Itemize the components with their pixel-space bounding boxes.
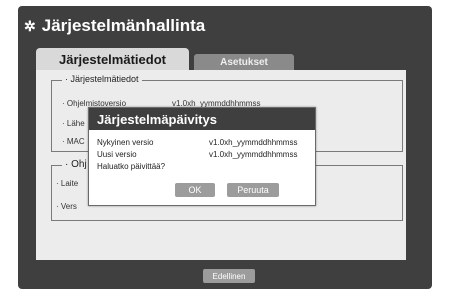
version-label: Vers [60, 202, 77, 211]
current-version-row: Nykyinen versio v1.0xh_yymmddhhmmss [97, 138, 297, 147]
cancel-button[interactable]: Peruuta [227, 183, 279, 197]
new-version-row: Uusi versio v1.0xh_yymmddhhmmss [97, 150, 297, 159]
gear-icon: ✲ [24, 18, 36, 34]
new-version-label: Uusi versio [97, 150, 137, 159]
window-title-bar: ✲ Järjestelmänhallinta [24, 16, 205, 36]
mac-row: · MAC [62, 137, 85, 146]
update-question: Haluatko päivittää? [97, 162, 166, 171]
info-row-2-label: Lähe [66, 119, 85, 128]
info-row-2: · Lähe [62, 119, 85, 128]
system-update-dialog: Järjestelmäpäivitys Nykyinen versio v1.0… [88, 107, 316, 206]
back-button[interactable]: Edellinen [203, 269, 255, 283]
device-label: Laite [60, 179, 79, 188]
current-version-value: v1.0xh_yymmddhhmmss [209, 138, 298, 147]
new-version-value: v1.0xh_yymmddhhmmss [209, 150, 298, 159]
dialog-title: Järjestelmäpäivitys [89, 108, 315, 130]
version-row: · Vers [56, 202, 77, 211]
ok-button[interactable]: OK [175, 183, 215, 197]
device-row: · Laite [56, 179, 79, 188]
current-version-label: Nykyinen versio [97, 138, 154, 147]
tab-settings[interactable]: Asetukset [194, 54, 294, 70]
device-info-legend: Ohj [71, 159, 87, 170]
window-title: Järjestelmänhallinta [41, 16, 206, 35]
mac-label: MAC [66, 137, 85, 146]
system-info-legend: Järjestelmätiedot [70, 74, 139, 84]
tab-system-info[interactable]: Järjestelmätiedot [36, 48, 189, 70]
